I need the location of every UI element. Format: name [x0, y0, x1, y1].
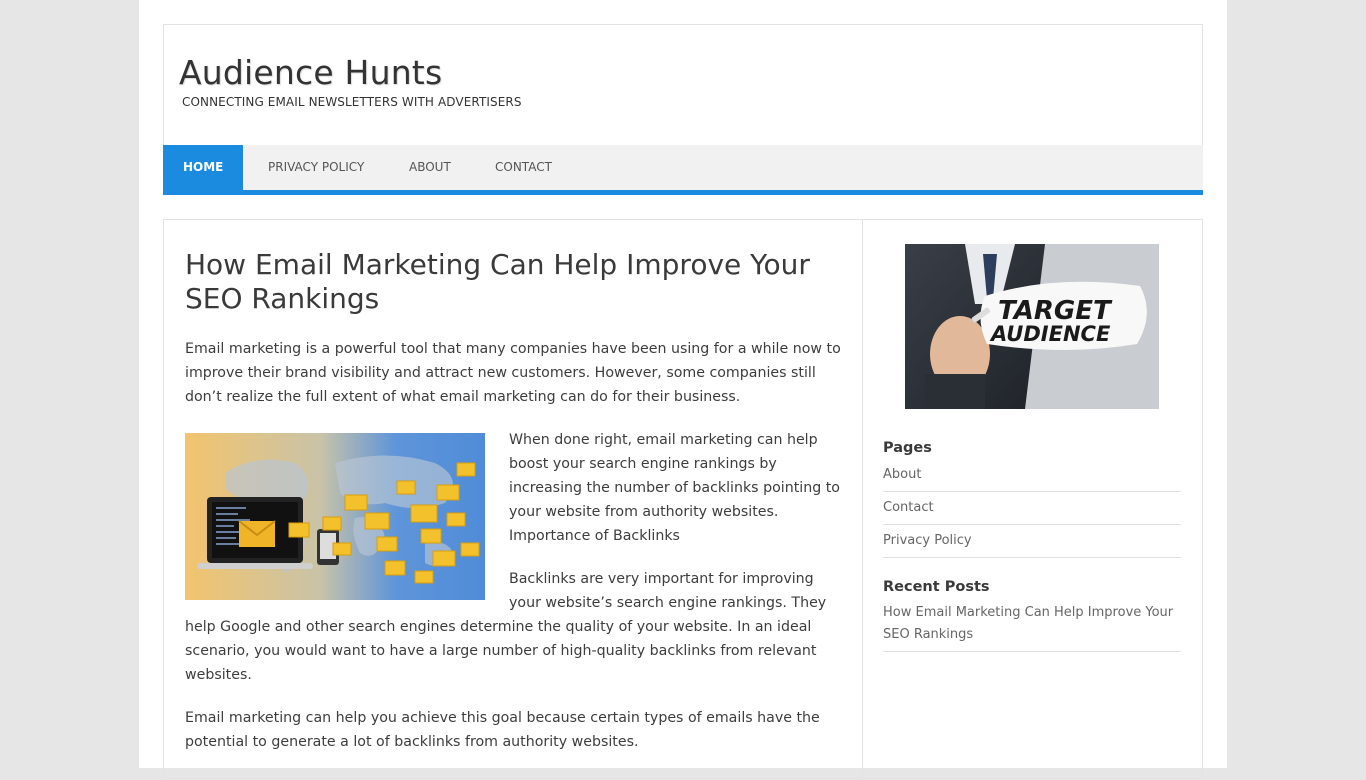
sidebar-link-contact[interactable]: Contact [883, 497, 1181, 525]
site-title[interactable]: Audience Hunts [179, 53, 442, 92]
pages-widget-title: Pages [883, 440, 932, 456]
site-tagline: CONNECTING EMAIL NEWSLETTERS WITH ADVERT… [182, 95, 522, 109]
nav-item-contact[interactable]: CONTACT [495, 145, 552, 190]
sidebar-recent-post-link[interactable]: How Email Marketing Can Help Improve You… [883, 602, 1181, 652]
post-title[interactable]: How Email Marketing Can Help Improve You… [185, 248, 845, 316]
post-paragraph-1: Email marketing is a powerful tool that … [185, 341, 841, 405]
post-paragraph-4: Email marketing can help you achieve thi… [185, 710, 820, 750]
recent-posts-widget-title: Recent Posts [883, 579, 990, 595]
nav-item-about[interactable]: ABOUT [409, 145, 451, 190]
post-paragraph-2: When done right, email marketing can hel… [509, 432, 840, 544]
nav-item-home[interactable]: HOME [163, 145, 244, 190]
audience-text: AUDIENCE [989, 322, 1111, 346]
sidebar: TARGET AUDIENCE Pages About Contact Priv… [863, 220, 1203, 780]
site-header: Audience Hunts CONNECTING EMAIL NEWSLETT… [163, 24, 1203, 146]
sidebar-link-privacy-policy[interactable]: Privacy Policy [883, 530, 1181, 558]
content-area: How Email Marketing Can Help Improve You… [163, 219, 1203, 780]
main-content: How Email Marketing Can Help Improve You… [164, 220, 863, 780]
sidebar-link-about[interactable]: About [883, 464, 1181, 492]
post-paragraph-3: Backlinks are very important for improvi… [185, 571, 827, 683]
main-nav: HOME PRIVACY POLICY ABOUT CONTACT [163, 145, 1203, 195]
page-container: Audience Hunts CONNECTING EMAIL NEWSLETT… [139, 0, 1227, 780]
target-audience-image: TARGET AUDIENCE [905, 244, 1159, 409]
nav-item-privacy-policy[interactable]: PRIVACY POLICY [268, 145, 364, 190]
